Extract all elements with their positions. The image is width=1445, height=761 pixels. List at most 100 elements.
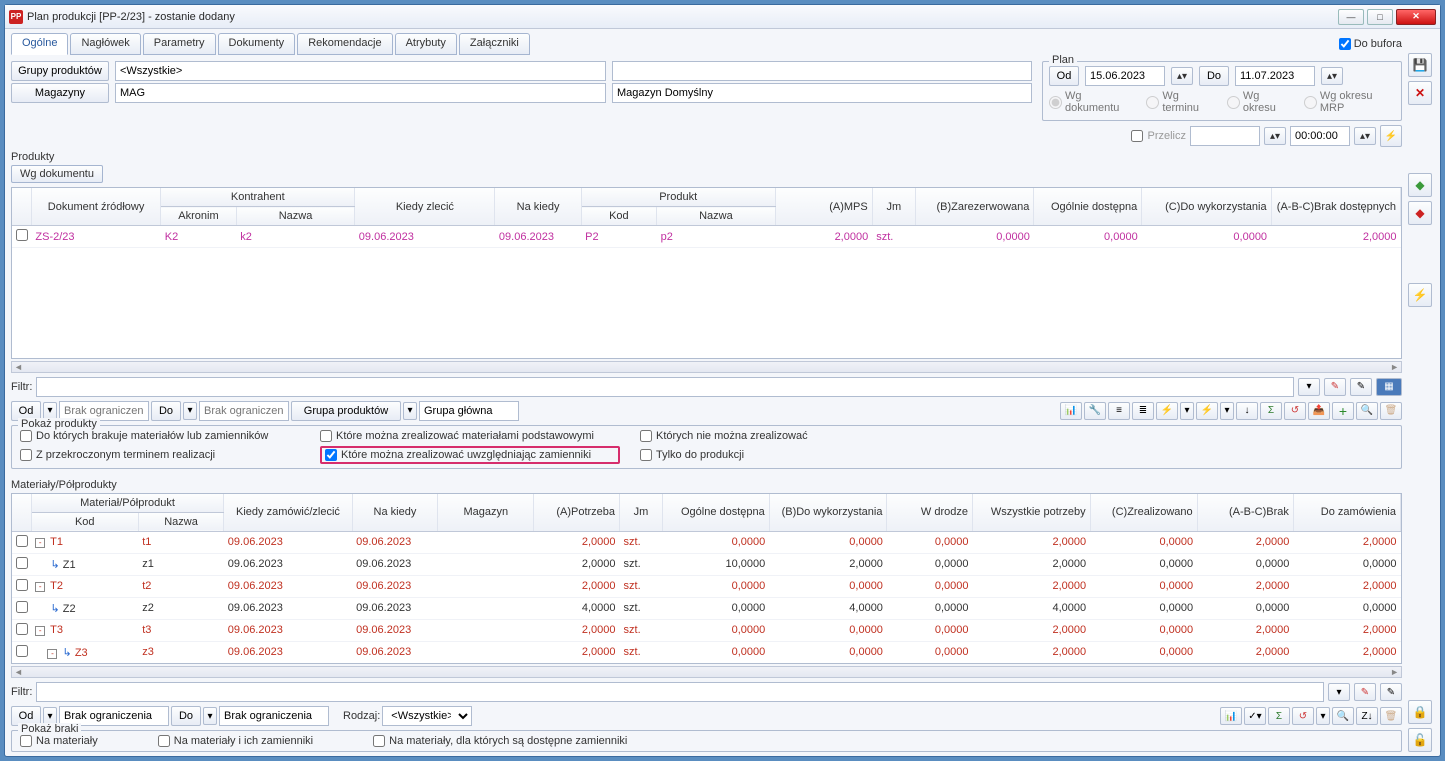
magazyny-button[interactable]: Magazyny — [11, 83, 109, 103]
dd-icon[interactable]: ▾ — [203, 707, 217, 725]
col-zarez[interactable]: (B)Zarezerwowana — [915, 188, 1034, 226]
table-row[interactable]: - T1t109.06.202309.06.20232,0000szt.0,00… — [12, 531, 1401, 553]
add-button[interactable]: + — [1332, 402, 1354, 420]
chk-nie-mozna[interactable]: Których nie można zrealizować — [640, 430, 920, 442]
chart-button2[interactable]: 📊 — [1220, 707, 1242, 725]
unlock-button[interactable]: 🔓 — [1408, 728, 1432, 752]
plan-od-button[interactable]: Od — [1049, 66, 1079, 86]
minimize-button[interactable]: — — [1338, 9, 1364, 25]
grupy-produktow-field2[interactable] — [612, 61, 1032, 81]
grupy-produktow-button[interactable]: Grupy produktów — [11, 61, 109, 81]
col-bdo[interactable]: (B)Do wykorzystania — [769, 494, 887, 532]
chk-na-materialy[interactable]: Na materiały — [20, 735, 98, 747]
table-row[interactable]: - T3t309.06.202309.06.20232,0000szt.0,00… — [12, 619, 1401, 641]
undo-button2[interactable]: ↺ — [1292, 707, 1314, 725]
col-zrealizowano[interactable]: (C)Zrealizowano — [1090, 494, 1197, 532]
dd-icon[interactable]: ▾ — [1180, 402, 1194, 420]
filter-dropdown2[interactable]: ▾ — [1328, 683, 1350, 701]
grupa-produktow-button[interactable]: Grupa produktów — [291, 401, 401, 421]
list-button[interactable]: ≡ — [1108, 402, 1130, 420]
filter-input2[interactable] — [36, 682, 1324, 702]
radio-wg-terminu[interactable]: Wg terminu — [1146, 90, 1215, 114]
export-button[interactable]: 📤 — [1308, 402, 1330, 420]
chk-brakuje-materialow[interactable]: Do których brakuje materiałów lub zamien… — [20, 430, 300, 442]
plan-do-button[interactable]: Do — [1199, 66, 1229, 86]
tab-dokumenty[interactable]: Dokumenty — [218, 33, 296, 55]
filter-clear-button[interactable]: ✎ — [1324, 378, 1346, 396]
col-ogol2[interactable]: Ogólne dostępna — [662, 494, 769, 532]
row-check[interactable] — [16, 535, 28, 547]
col-ogol[interactable]: Ogólnie dostępna — [1034, 188, 1142, 226]
col-akronim[interactable]: Akronim — [161, 207, 236, 226]
magazyn-name-field[interactable] — [612, 83, 1032, 103]
col-nakiedy2[interactable]: Na kiedy — [352, 494, 438, 532]
col-kod2[interactable]: Kod — [31, 512, 138, 531]
side-action2-button[interactable]: ◆ — [1408, 201, 1432, 225]
chk-na-materialy-zamienniki[interactable]: Na materiały i ich zamienniki — [158, 735, 313, 747]
row-check[interactable] — [16, 601, 28, 613]
chk-mat-podstawowe[interactable]: Które można zrealizować materiałami pods… — [320, 430, 620, 442]
spinner-icon[interactable]: ▴▾ — [1264, 127, 1286, 145]
search-button[interactable]: 🔍 — [1356, 402, 1378, 420]
przelicz-time[interactable] — [1290, 126, 1350, 146]
trash-button2[interactable]: 🗑 — [1380, 707, 1402, 725]
table-row[interactable]: ZS-2/23 K2 k2 09.06.2023 09.06.2023 P2 p… — [12, 226, 1401, 248]
col-brak[interactable]: (A-B-C)Brak dostępnych — [1271, 188, 1400, 226]
sigma-button[interactable]: Σ — [1260, 402, 1282, 420]
col-potrzeba[interactable]: (A)Potrzeba — [534, 494, 620, 532]
undo-button[interactable]: ↺ — [1284, 402, 1306, 420]
export-button2[interactable]: Z↓ — [1356, 707, 1378, 725]
down-button[interactable]: ↓ — [1236, 402, 1258, 420]
wg-dokumentu-tag[interactable]: Wg dokumentu — [11, 165, 103, 183]
side-lightning-button[interactable]: ⚡ — [1408, 283, 1432, 307]
lock-button[interactable]: 🔒 — [1408, 700, 1432, 724]
col-mps[interactable]: (A)MPS — [775, 188, 872, 226]
col-dozamowienia[interactable]: Do zamówienia — [1293, 494, 1400, 532]
filter-edit-button2[interactable]: ✎ — [1380, 683, 1402, 701]
col-nakiedy[interactable]: Na kiedy — [495, 188, 581, 226]
col-wdrodze[interactable]: W drodze — [887, 494, 973, 532]
do-bufora-check[interactable]: Do bufora — [1339, 33, 1402, 55]
filter-dropdown[interactable]: ▾ — [1298, 378, 1320, 396]
do-button3[interactable]: Do — [171, 706, 201, 726]
col-wszystkie[interactable]: Wszystkie potrzeby — [973, 494, 1091, 532]
tab-naglowek[interactable]: Nagłówek — [70, 33, 140, 55]
produkty-grid[interactable]: Dokument źródłowy Kontrahent Kiedy zleci… — [11, 187, 1402, 359]
table-row[interactable]: ↳ Z2z209.06.202309.06.20234,0000szt.0,00… — [12, 597, 1401, 619]
chk-na-materialy-dostepne[interactable]: Na materiały, dla których są dostępne za… — [373, 735, 627, 747]
col-material[interactable]: Materiał/Półprodukt — [31, 494, 224, 513]
trash-button[interactable]: 🗑 — [1380, 402, 1402, 420]
col-dokument[interactable]: Dokument źródłowy — [31, 188, 160, 226]
filter-clear-button2[interactable]: ✎ — [1354, 683, 1376, 701]
do-button2[interactable]: Do — [151, 401, 181, 421]
maximize-button[interactable]: □ — [1367, 9, 1393, 25]
row-check[interactable] — [16, 557, 28, 569]
lightning2-button[interactable]: ⚡ — [1196, 402, 1218, 420]
table-row[interactable]: + ↳ Z4z409.06.202309.06.20234,0000szt.10… — [12, 663, 1401, 664]
tab-parametry[interactable]: Parametry — [143, 33, 216, 55]
dd-icon[interactable]: ▾ — [1316, 707, 1330, 725]
scrollbar[interactable]: ◄► — [11, 361, 1402, 373]
col-produkt[interactable]: Produkt — [581, 188, 775, 207]
col-knazwa[interactable]: Nazwa — [236, 207, 355, 226]
col-cdow[interactable]: (C)Do wykorzystania — [1142, 188, 1271, 226]
close-button[interactable]: ✕ — [1396, 9, 1436, 25]
save-button[interactable]: 💾 — [1408, 53, 1432, 77]
do-field2[interactable] — [199, 401, 289, 421]
radio-wg-okresu-mrp[interactable]: Wg okresu MRP — [1304, 90, 1395, 114]
col-kiedy[interactable]: Kiedy zlecić — [355, 188, 495, 226]
dd-icon[interactable]: ▾ — [403, 402, 417, 420]
dd-icon[interactable]: ▾ — [183, 402, 197, 420]
row-check[interactable] — [16, 229, 28, 241]
col-kod[interactable]: Kod — [581, 207, 656, 226]
chk-przekroczony-termin[interactable]: Z przekroczonym terminem realizacji — [20, 446, 300, 464]
cancel-button[interactable]: ✕ — [1408, 81, 1432, 105]
do-field3[interactable] — [219, 706, 329, 726]
col-jm[interactable]: Jm — [872, 188, 915, 226]
scrollbar[interactable]: ◄► — [11, 666, 1402, 678]
plan-do-date[interactable] — [1235, 66, 1315, 86]
lightning-button[interactable]: ⚡ — [1380, 125, 1402, 147]
table-row[interactable]: ↳ Z1z109.06.202309.06.20232,0000szt.10,0… — [12, 553, 1401, 575]
przelicz-check[interactable]: Przelicz — [1131, 130, 1186, 142]
materialy-grid[interactable]: Materiał/Półprodukt Kiedy zamówić/zlecić… — [11, 493, 1402, 665]
